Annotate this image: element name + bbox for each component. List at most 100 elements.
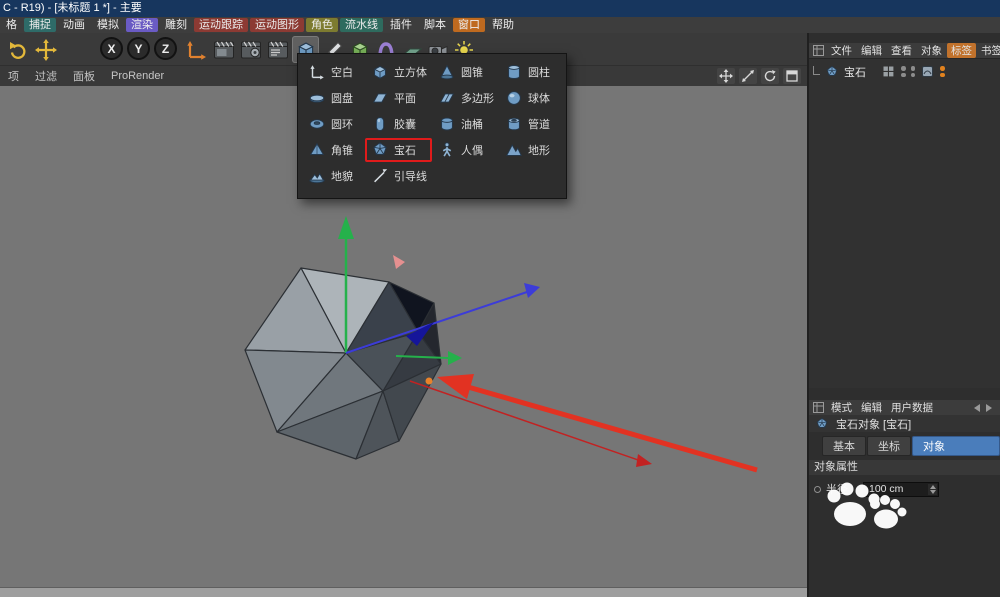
primitive-地貌[interactable]: 地貌 [302, 164, 365, 188]
layer-grid-icon[interactable] [883, 66, 894, 77]
primitive-角锥[interactable]: 角锥 [302, 138, 365, 162]
menu-bar: 格捕捉动画模拟渲染雕刻运动跟踪运动图形角色流水线插件脚本窗口帮助 [0, 17, 1000, 33]
platonic-icon [815, 417, 829, 431]
attribute-tab-基本[interactable]: 基本 [822, 436, 866, 456]
undo-button[interactable] [4, 36, 31, 63]
viewport-menu-项[interactable]: 项 [0, 68, 27, 84]
primitive-label: 管道 [528, 116, 550, 132]
menu-item-插件[interactable]: 插件 [385, 18, 417, 32]
menu-item-渲染[interactable]: 渲染 [126, 18, 158, 32]
render-view-button[interactable] [210, 36, 237, 63]
tube-icon [504, 115, 523, 134]
menu-item-格[interactable]: 格 [1, 18, 22, 32]
render-queue-button[interactable] [264, 36, 291, 63]
object-manager[interactable]: 宝石 [809, 58, 1000, 388]
attribute-tab-对象[interactable]: 对象 [912, 436, 1000, 456]
object-name[interactable]: 宝石 [844, 64, 866, 80]
figure-icon [437, 141, 456, 160]
x-axis-green-arrow[interactable] [448, 351, 462, 365]
om-menu-标签[interactable]: 标签 [947, 43, 976, 58]
object-manager-menu: 文件编辑查看对象标签书签 [809, 43, 1000, 58]
primitive-引导线[interactable]: 引导线 [365, 164, 432, 188]
menu-item-角色[interactable]: 角色 [306, 18, 338, 32]
primitive-油桶[interactable]: 油桶 [432, 112, 499, 136]
y-axis-arrow[interactable] [338, 216, 354, 239]
z-axis-lock-button[interactable]: Z [154, 37, 177, 60]
move-tool[interactable] [32, 36, 59, 63]
keyframe-circle[interactable] [814, 486, 821, 493]
y-axis-lock-button[interactable]: Y [127, 37, 150, 60]
om-menu-书签[interactable]: 书签 [977, 43, 1000, 58]
menu-item-脚本[interactable]: 脚本 [419, 18, 451, 32]
zoom-icon[interactable] [739, 68, 757, 84]
viewport-scrollbar[interactable] [0, 587, 807, 597]
right-panel: 文件编辑查看对象标签书签 宝石 模式编辑用户数据 宝石对象 [宝石] [807, 33, 1000, 597]
torus-icon [307, 115, 326, 134]
primitive-管道[interactable]: 管道 [499, 112, 562, 136]
menu-item-帮助[interactable]: 帮助 [487, 18, 519, 32]
primitive-label: 地貌 [331, 168, 353, 184]
primitive-label: 圆锥 [461, 64, 483, 80]
render-visibility-dots[interactable] [911, 66, 916, 77]
om-menu-查看[interactable]: 查看 [887, 43, 916, 58]
coordinate-system-toggle[interactable] [182, 36, 209, 63]
panel-icon[interactable] [813, 402, 824, 413]
menu-item-雕刻[interactable]: 雕刻 [160, 18, 192, 32]
menu-item-模拟[interactable]: 模拟 [92, 18, 124, 32]
x-axis-lock-button[interactable]: X [100, 37, 123, 60]
menu-item-动画[interactable]: 动画 [58, 18, 90, 32]
rotate-icon[interactable] [761, 68, 779, 84]
primitive-人偶[interactable]: 人偶 [432, 138, 499, 162]
phong-tag-icon[interactable] [922, 66, 933, 77]
primitive-label: 圆盘 [331, 90, 353, 106]
primitive-圆盘[interactable]: 圆盘 [302, 86, 365, 110]
menu-item-运动跟踪[interactable]: 运动跟踪 [194, 18, 248, 32]
forward-arrow-icon[interactable] [986, 404, 992, 412]
menu-item-运动图形[interactable]: 运动图形 [250, 18, 304, 32]
attribute-tab-坐标[interactable]: 坐标 [867, 436, 911, 456]
pyramid-icon [307, 141, 326, 160]
primitive-球体[interactable]: 球体 [499, 86, 562, 110]
primitive-宝石[interactable]: 宝石 [365, 138, 432, 162]
viewport-menu-ProRender[interactable]: ProRender [103, 70, 172, 82]
viewport-menu-面板[interactable]: 面板 [65, 68, 103, 84]
om-menu-文件[interactable]: 文件 [827, 43, 856, 58]
menu-item-流水线[interactable]: 流水线 [340, 18, 383, 32]
history-arrows [974, 404, 992, 412]
am-menu-编辑[interactable]: 编辑 [857, 400, 886, 415]
viewport-menu-过滤[interactable]: 过滤 [27, 68, 65, 84]
layer-color-dots[interactable] [940, 66, 945, 77]
menu-item-窗口[interactable]: 窗口 [453, 18, 485, 32]
primitive-label: 宝石 [394, 142, 416, 158]
primitive-多边形[interactable]: 多边形 [432, 86, 499, 110]
primitive-地形[interactable]: 地形 [499, 138, 562, 162]
primitive-圆锥[interactable]: 圆锥 [432, 60, 499, 84]
attribute-title: 宝石对象 [宝石] [836, 416, 911, 432]
am-menu-模式[interactable]: 模式 [827, 400, 856, 415]
primitive-立方体[interactable]: 立方体 [365, 60, 432, 84]
primitive-空白[interactable]: 空白 [302, 60, 365, 84]
radius-handle[interactable] [426, 378, 433, 385]
cylinder-icon [504, 63, 523, 82]
om-menu-对象[interactable]: 对象 [917, 43, 946, 58]
om-menu-编辑[interactable]: 编辑 [857, 43, 886, 58]
x-axis-arrow[interactable] [636, 454, 652, 467]
primitive-label: 多边形 [461, 90, 494, 106]
oiltank-icon [437, 115, 456, 134]
primitive-胶囊[interactable]: 胶囊 [365, 112, 432, 136]
pan-icon[interactable] [717, 68, 735, 84]
editor-visibility-dots[interactable] [901, 66, 906, 77]
primitive-圆柱[interactable]: 圆柱 [499, 60, 562, 84]
z-axis-arrow[interactable] [524, 283, 540, 298]
object-row-gem[interactable]: 宝石 [809, 64, 1000, 79]
render-settings-button[interactable] [237, 36, 264, 63]
panel-icon[interactable] [813, 45, 824, 56]
primitive-平面[interactable]: 平面 [365, 86, 432, 110]
menu-item-捕捉[interactable]: 捕捉 [24, 18, 56, 32]
am-menu-用户数据[interactable]: 用户数据 [887, 400, 937, 415]
maximize-icon[interactable] [783, 68, 801, 84]
primitive-圆环[interactable]: 圆环 [302, 112, 365, 136]
relief-icon [307, 167, 326, 186]
back-arrow-icon[interactable] [974, 404, 980, 412]
platonic-object[interactable] [245, 268, 441, 459]
